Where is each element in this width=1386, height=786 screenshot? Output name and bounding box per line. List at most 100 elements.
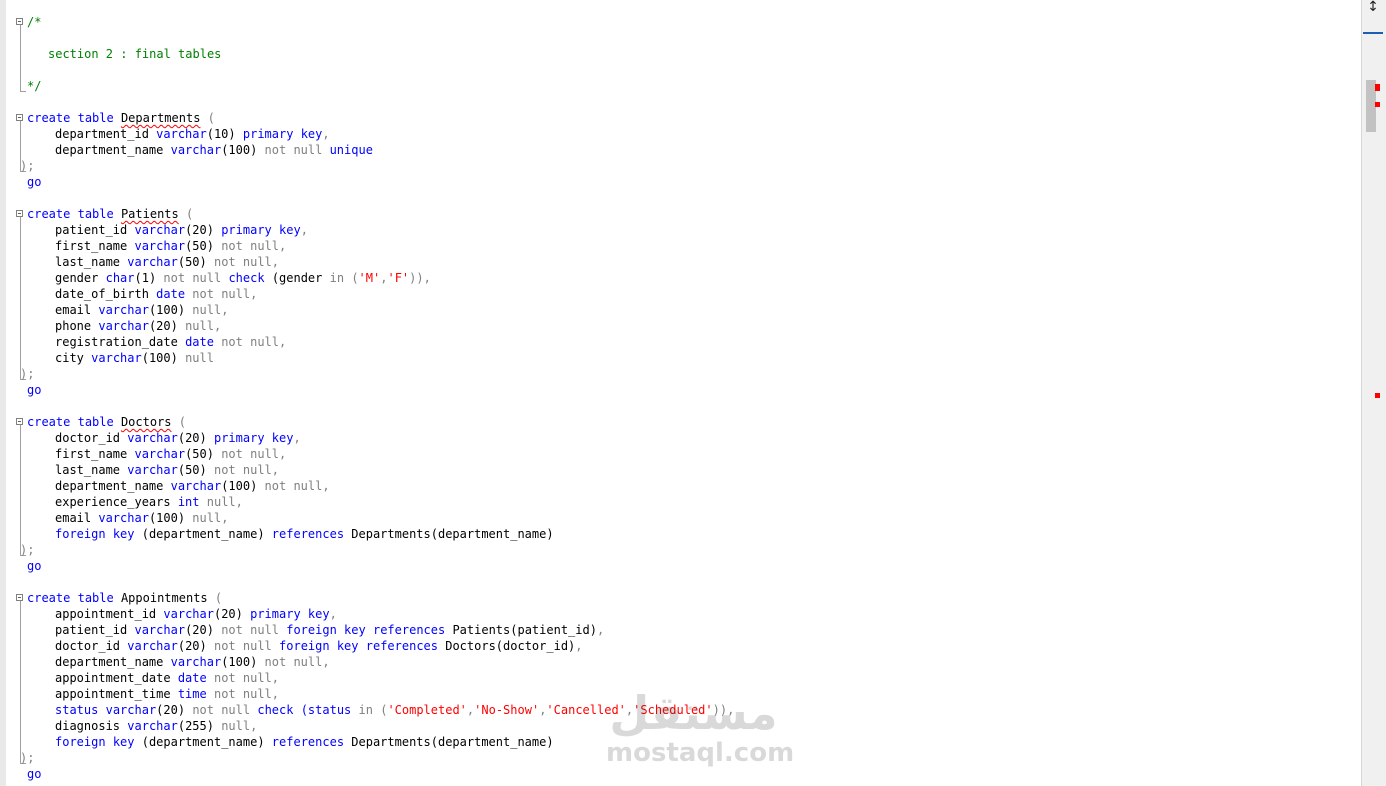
code-token: status [55,703,99,717]
code-token: (100) [221,655,258,669]
code-text: ); [20,751,35,765]
code-token: in [358,703,373,717]
code-text: go [27,559,42,573]
code-token: char [105,271,135,285]
code-token: 'Cancelled' [546,703,626,717]
error-marker[interactable] [1375,84,1380,91]
code-token: 'No-Show' [474,703,540,717]
code-text: phone varchar(20) null, [27,318,221,334]
code-token: not null, [192,287,258,301]
code-line: ); [0,542,34,558]
collapse-icon[interactable] [16,418,23,425]
code-token: (1) [134,271,157,285]
code-token: table [77,111,114,125]
code-text: appointment_time time not null, [27,686,279,702]
code-token: create [27,415,71,429]
code-token: key [344,623,366,637]
code-line: first_name varchar(50) not null, [0,238,286,254]
code-token: foreign [286,623,337,637]
code-token: last_name [55,255,121,269]
code-token: varchar [91,351,142,365]
code-text: create table Departments ( [27,110,215,126]
code-token: )), [712,703,735,717]
code-token: varchar [134,239,186,253]
code-token: (20) [177,431,207,445]
code-token: varchar [163,607,214,621]
code-token: , [596,623,605,637]
code-line: appointment_time time not null, [0,686,279,702]
collapse-icon[interactable] [16,210,23,217]
code-token: appointment_id [55,607,157,621]
split-pane-icon[interactable]: ↕ [1364,0,1382,16]
code-token: not null [213,639,272,653]
code-text: go [27,767,42,781]
code-token: references [271,735,345,749]
code-line: patient_id varchar(20) primary key, [0,222,308,238]
code-token: (20) [213,607,243,621]
code-token: (20) [156,703,186,717]
code-line: create table Patients ( [0,206,193,222]
code-token: foreign [55,527,106,541]
code-token: not null [264,143,323,157]
code-token: key [112,735,135,749]
code-token: (20) [185,623,214,637]
code-text: gender char(1) not null check (gender in… [27,270,431,286]
code-text: first_name varchar(50) not null, [27,238,286,254]
code-token: varchar [127,255,178,269]
code-token: (50) [185,447,214,461]
code-text: foreign key (department_name) references… [27,734,554,750]
error-marker[interactable] [1375,393,1380,398]
code-token: not null [221,623,279,637]
code-token: key [300,127,323,141]
code-token: ( [214,591,223,605]
code-token: (255) [177,719,214,733]
code-token: ( [207,111,215,125]
code-token: null, [192,511,229,525]
code-token: email [55,303,92,317]
code-token: create [27,207,71,221]
code-line: department_id varchar(10) primary key, [0,126,330,142]
code-line: diagnosis varchar(255) null, [0,718,257,734]
code-token: create [27,111,71,125]
code-token: varchar [134,223,186,237]
code-token: , [293,431,301,445]
code-token: time [177,687,207,701]
code-text: appointment_date date not null, [27,670,279,686]
collapse-icon[interactable] [16,114,23,121]
code-token: (gender [271,271,323,285]
code-token: (20) [177,639,207,653]
error-marker[interactable] [1375,102,1380,107]
code-token: foreign [55,735,106,749]
code-token: primary [213,431,265,445]
comment-close: */ [27,79,42,93]
code-token: not null, [221,239,287,253]
code-text: department_name varchar(100) not null, [27,478,330,494]
code-editor[interactable]: /* section 2 : final tables */ create ta… [0,0,1361,786]
code-token: , [575,639,583,653]
code-token: 'Scheduled' [633,703,713,717]
code-token: Patients [120,207,179,221]
collapse-icon[interactable] [16,18,23,25]
collapse-icon[interactable] [16,594,23,601]
code-token: primary [221,223,272,237]
code-token: registration_date [55,335,178,349]
code-text: first_name varchar(50) not null, [27,446,286,462]
code-token: primary [242,127,294,141]
code-token: , [300,223,308,237]
code-line: department_name varchar(100) not null, [0,478,330,494]
code-token: key [307,607,330,621]
code-token: varchar [127,463,178,477]
code-token: (20) [185,223,214,237]
code-text: go [27,175,42,189]
code-token: patient_id [55,623,128,637]
code-token: Departments [120,111,201,125]
code-token: experience_years [55,495,171,509]
code-line: last_name varchar(50) not null, [0,254,279,270]
code-text: status varchar(20) not null check (statu… [27,702,734,718]
code-token: Doctors [120,415,172,429]
code-token: appointment_time [55,687,171,701]
code-token: Doctors(doctor_id) [445,639,576,653]
code-text: department_name varchar(100) not null un… [27,142,373,158]
code-token: Departments(department_name) [351,527,554,541]
code-token: not null, [221,447,287,461]
